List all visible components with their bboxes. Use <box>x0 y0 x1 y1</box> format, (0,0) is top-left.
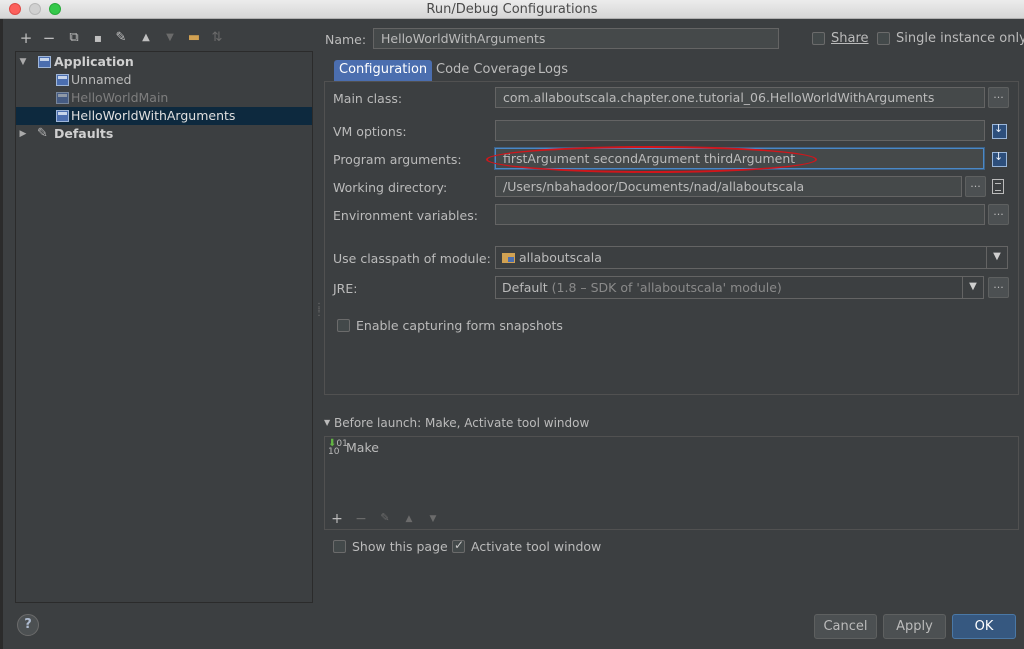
share-checkbox[interactable] <box>812 32 825 45</box>
configuration-tree[interactable]: ▼ Application Unnamed HelloWorldMain Hel… <box>15 51 313 603</box>
tree-item-label: Application <box>54 54 134 69</box>
title-bar: Run/Debug Configurations <box>0 0 1024 19</box>
name-label: Name: <box>325 32 367 47</box>
list-item[interactable]: Make <box>346 440 379 455</box>
tree-item-helloworldmain[interactable]: HelloWorldMain <box>16 89 312 107</box>
single-instance-checkbox[interactable] <box>877 32 890 45</box>
expand-field-icon[interactable] <box>989 121 1009 141</box>
vm-options-field[interactable] <box>495 120 985 141</box>
application-icon <box>56 110 69 122</box>
wrench-icon[interactable]: ✎ <box>113 30 129 46</box>
chevron-down-icon[interactable]: ▼ <box>962 276 983 299</box>
main-class-field[interactable]: com.allaboutscala.chapter.one.tutorial_0… <box>495 87 985 108</box>
tree-item-helloworldwitharguments[interactable]: HelloWorldWithArguments <box>16 107 312 125</box>
help-button[interactable]: ? <box>17 614 39 636</box>
add-task-icon[interactable]: + <box>330 511 344 527</box>
wrench-icon: ✎ <box>37 126 48 141</box>
module-folder-icon <box>502 253 515 263</box>
classpath-module-select[interactable]: allaboutscala ▼ <box>495 246 1008 269</box>
tab-code-coverage[interactable]: Code Coverage <box>431 60 541 81</box>
copy-icon[interactable]: ⧉ <box>66 30 82 46</box>
working-directory-browse-button[interactable]: ... <box>965 176 986 197</box>
ok-button[interactable]: OK <box>952 614 1016 639</box>
application-icon <box>38 56 51 68</box>
tree-item-unnamed[interactable]: Unnamed <box>16 71 312 89</box>
remove-task-icon[interactable]: − <box>354 511 368 527</box>
show-page-label: Show this page <box>352 539 448 554</box>
window-title: Run/Debug Configurations <box>426 2 598 17</box>
working-directory-label: Working directory: <box>333 180 448 195</box>
move-down-icon[interactable]: ▼ <box>426 514 440 524</box>
background-edge <box>0 19 3 649</box>
application-icon <box>56 74 69 86</box>
move-up-icon[interactable]: ▲ <box>402 514 416 524</box>
environment-variables-label: Environment variables: <box>333 208 478 223</box>
before-launch-header[interactable]: ▼ Before launch: Make, Activate tool win… <box>324 416 589 430</box>
classpath-value: allaboutscala <box>519 250 602 265</box>
jre-browse-button[interactable]: ... <box>988 277 1009 298</box>
name-field[interactable]: HelloWorldWithArguments <box>373 28 779 49</box>
expand-arrow-icon[interactable]: ▼ <box>18 53 28 71</box>
tree-item-application[interactable]: ▼ Application <box>16 53 312 71</box>
activate-tool-window-label: Activate tool window <box>471 539 602 554</box>
macro-icon[interactable] <box>992 179 1004 194</box>
collapse-arrow-icon[interactable]: ▶ <box>18 125 28 143</box>
show-page-checkbox[interactable] <box>333 540 346 553</box>
tab-configuration[interactable]: Configuration <box>334 60 433 81</box>
sort-icon[interactable]: ⇅ <box>209 30 225 46</box>
edit-task-icon[interactable]: ✎ <box>378 511 392 524</box>
share-label: Share <box>831 31 869 46</box>
save-icon[interactable]: ▪ <box>90 30 106 46</box>
tree-item-label: Unnamed <box>71 72 132 87</box>
activate-tool-window-checkbox[interactable] <box>452 538 465 553</box>
vm-options-label: VM options: <box>333 124 407 139</box>
jre-select[interactable]: Default (1.8 – SDK of 'allaboutscala' mo… <box>495 276 984 299</box>
working-directory-field[interactable]: /Users/nbahadoor/Documents/nad/allabouts… <box>495 176 962 197</box>
jre-label: JRE: <box>333 281 358 296</box>
tree-item-defaults[interactable]: ▶ ✎ Defaults <box>16 125 312 143</box>
program-arguments-label: Program arguments: <box>333 152 462 167</box>
chevron-down-icon[interactable]: ▼ <box>986 246 1007 269</box>
move-up-icon[interactable]: ▲ <box>138 30 154 46</box>
move-down-icon[interactable]: ▼ <box>162 30 178 46</box>
classpath-label: Use classpath of module: <box>333 251 491 266</box>
tree-item-label: HelloWorldWithArguments <box>71 108 236 123</box>
tab-logs[interactable]: Logs <box>533 60 573 81</box>
splitter-handle[interactable]: ⋮ ⋮ <box>314 303 324 318</box>
annotation-ellipse <box>486 146 817 173</box>
environment-variables-field[interactable] <box>495 204 985 225</box>
application-icon <box>56 92 69 104</box>
tree-item-label: HelloWorldMain <box>71 90 169 105</box>
folder-icon[interactable]: ▬ <box>186 30 202 46</box>
apply-button[interactable]: Apply <box>883 614 946 639</box>
environment-variables-button[interactable]: ... <box>988 204 1009 225</box>
add-icon[interactable]: + <box>18 30 34 46</box>
jre-detail: (1.8 – SDK of 'allaboutscala' module) <box>551 280 782 295</box>
jre-value: Default <box>502 280 548 295</box>
collapse-arrow-icon[interactable]: ▼ <box>324 418 330 427</box>
before-launch-title: Before launch: Make, Activate tool windo… <box>333 416 590 430</box>
tree-item-label: Defaults <box>54 126 114 141</box>
snapshots-checkbox[interactable] <box>337 319 350 332</box>
remove-icon[interactable]: − <box>41 30 57 46</box>
snapshots-label: Enable capturing form snapshots <box>356 318 563 333</box>
main-class-browse-button[interactable]: ... <box>988 87 1009 108</box>
single-instance-label: Single instance only <box>896 31 1024 46</box>
expand-field-icon[interactable] <box>989 149 1009 169</box>
cancel-button[interactable]: Cancel <box>814 614 877 639</box>
main-class-label: Main class: <box>333 91 403 106</box>
make-icon: ⬇01 10 <box>328 438 348 457</box>
